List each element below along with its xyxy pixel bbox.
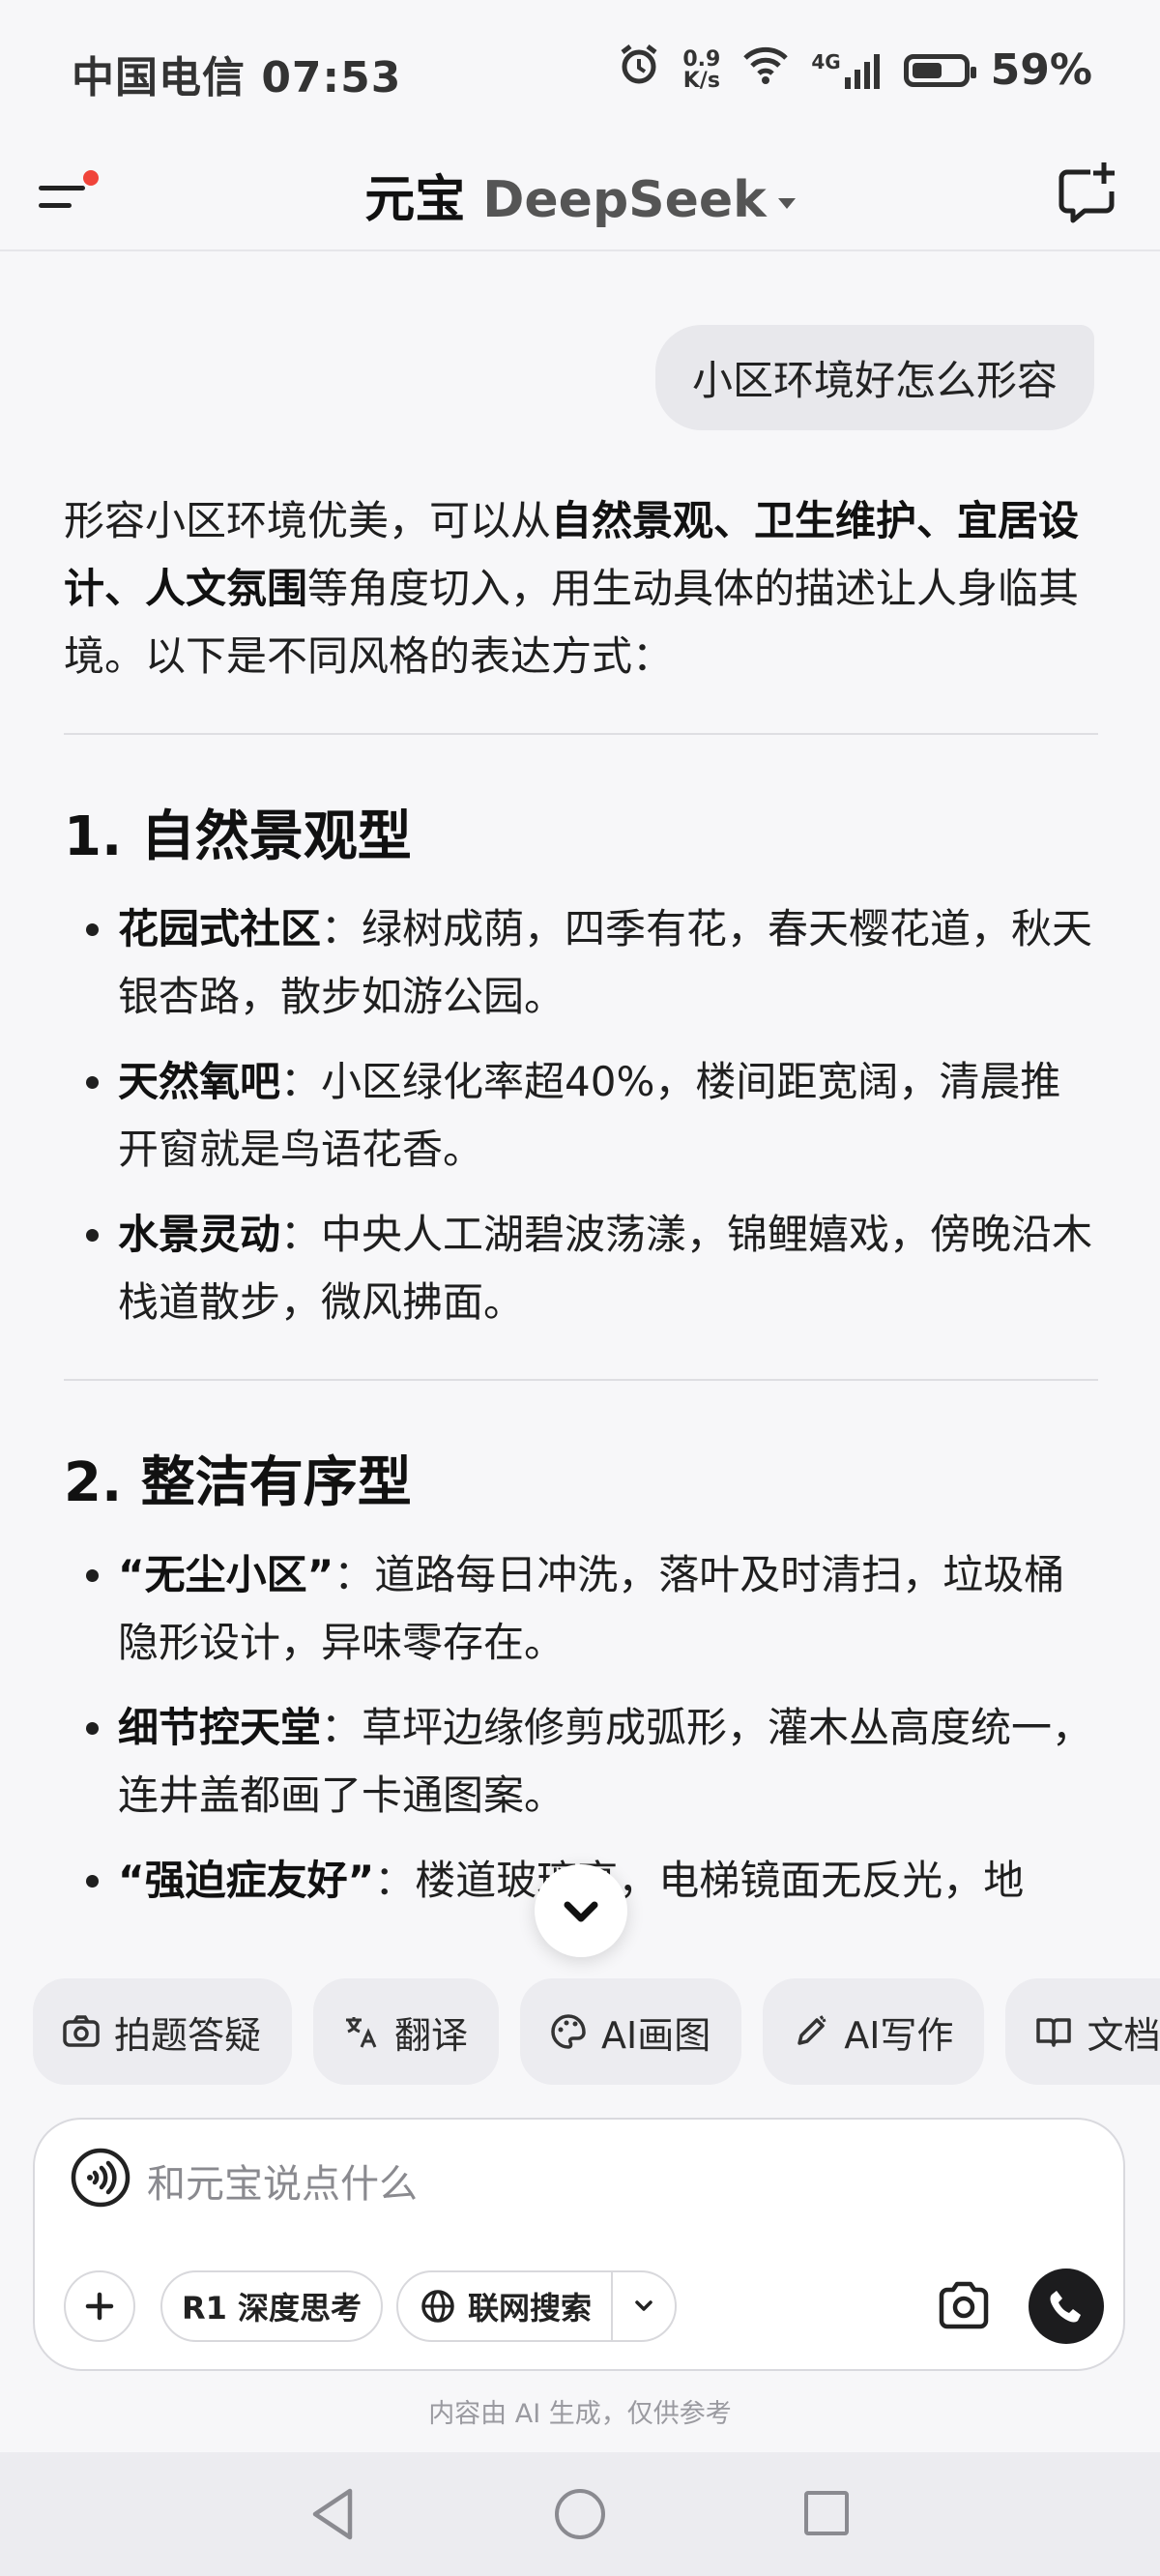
divider bbox=[64, 733, 1098, 735]
caret-down-icon bbox=[777, 197, 796, 209]
answer-intro: 形容小区环境优美，可以从自然景观、卫生维护、宜居设计、人文氛围等角度切入，用生动… bbox=[64, 497, 1080, 680]
signal-icon: 4G bbox=[811, 52, 882, 89]
tool-translate[interactable]: 翻译 bbox=[313, 1978, 500, 2085]
chevron-down-icon bbox=[564, 1901, 598, 1922]
add-attachment-button[interactable] bbox=[64, 2270, 135, 2342]
battery-percent: 59% bbox=[990, 45, 1092, 95]
palette-icon bbox=[551, 2014, 586, 2049]
app-title: 元宝 bbox=[364, 171, 466, 229]
tool-photo-qa[interactable]: 拍题答疑 bbox=[33, 1978, 293, 2085]
net-speed-unit: K/s bbox=[682, 68, 720, 93]
plus-icon bbox=[85, 2292, 114, 2321]
model-name: DeepSeek bbox=[482, 171, 767, 229]
camera-icon bbox=[939, 2281, 989, 2329]
model-selector[interactable]: 元宝 DeepSeek bbox=[0, 159, 1160, 231]
network-type: 4G bbox=[811, 49, 841, 73]
tool-ai-draw[interactable]: AI画图 bbox=[520, 1978, 742, 2085]
camera-icon bbox=[63, 2015, 100, 2047]
user-message: 小区环境好怎么形容 bbox=[654, 325, 1094, 430]
tool-ai-write[interactable]: AI写作 bbox=[763, 1978, 985, 2085]
list-item: 花园式社区：绿树成荫，四季有花，春天樱花道，秋天银杏路，散步如游公园。 bbox=[118, 895, 1098, 1031]
net-speed: 0.9 K/s bbox=[682, 46, 721, 93]
message-input[interactable]: 和元宝说点什么 bbox=[147, 2152, 418, 2209]
quick-tools: 拍题答疑 翻译 AI画图 AI写作 文档 bbox=[33, 1978, 1160, 2085]
tool-label: AI写作 bbox=[844, 2013, 954, 2057]
ai-disclaimer: 内容由 AI 生成，仅供参考 bbox=[428, 2399, 732, 2429]
web-search-toggle[interactable]: 联网搜索 bbox=[396, 2270, 678, 2342]
list-item: 细节控天堂：草坪边缘修剪成弧形，灌木丛高度统一，连井盖都画了卡通图案。 bbox=[118, 1694, 1098, 1830]
search-options-dropdown[interactable] bbox=[613, 2293, 675, 2320]
divider bbox=[64, 1379, 1098, 1381]
assistant-answer: 形容小区环境优美，可以从自然景观、卫生维护、宜居设计、人文氛围等角度切入，用生动… bbox=[64, 487, 1098, 1932]
translate-icon bbox=[346, 2017, 377, 2048]
tool-label: 翻译 bbox=[394, 2013, 469, 2057]
status-bar: 中国电信 07:53 0.9 K/s 4G 59% bbox=[0, 0, 1160, 143]
voice-button[interactable] bbox=[70, 2147, 131, 2209]
battery-icon bbox=[903, 53, 976, 87]
voice-wave-icon bbox=[71, 2148, 130, 2208]
web-search-label: 联网搜索 bbox=[468, 2290, 593, 2327]
pen-icon bbox=[798, 2015, 826, 2045]
new-chat-icon bbox=[1058, 162, 1115, 223]
chevron-down-icon bbox=[635, 2300, 652, 2311]
voice-call-button[interactable] bbox=[1029, 2269, 1104, 2344]
new-chat-button[interactable] bbox=[1048, 153, 1125, 230]
tool-label: AI画图 bbox=[601, 2013, 711, 2057]
app-header: 元宝 DeepSeek bbox=[0, 143, 1160, 251]
back-triangle-icon bbox=[312, 2488, 353, 2540]
alarm-icon bbox=[617, 43, 661, 98]
tool-label: 文档 bbox=[1087, 2013, 1160, 2057]
book-icon bbox=[1036, 2018, 1072, 2047]
carrier-time: 中国电信 07:53 bbox=[72, 53, 402, 102]
wifi-icon bbox=[741, 44, 790, 96]
chat-area[interactable]: 小区环境好怎么形容 形容小区环境优美，可以从自然景观、卫生维护、宜居设计、人文氛… bbox=[0, 251, 1160, 1973]
section-title: 2. 整洁有序型 bbox=[64, 1451, 412, 1514]
input-panel: 和元宝说点什么 R1 深度思考 联网搜索 bbox=[33, 2118, 1125, 2371]
globe-icon bbox=[421, 2290, 454, 2323]
list-item: 水景灵动：中央人工湖碧波荡漾，锦鲤嬉戏，傍晚沿木栈道散步，微风拂面。 bbox=[118, 1201, 1098, 1336]
net-speed-value: 0.9 bbox=[682, 46, 721, 72]
deep-think-toggle[interactable]: R1 深度思考 bbox=[160, 2270, 384, 2342]
nav-back-button[interactable] bbox=[307, 2485, 360, 2547]
phone-icon bbox=[1050, 2291, 1081, 2323]
scroll-down-button[interactable] bbox=[535, 1864, 627, 1957]
bullet-list: “无尘小区”：道路每日冲洗，落叶及时清扫，垃圾桶隐形设计，异味零存在。 细节控天… bbox=[64, 1541, 1098, 1915]
nav-recents-button[interactable] bbox=[804, 2491, 849, 2535]
tool-document[interactable]: 文档 bbox=[1005, 1978, 1160, 2085]
nav-home-button[interactable] bbox=[555, 2489, 605, 2539]
status-icons: 0.9 K/s 4G 59% bbox=[617, 43, 1092, 98]
camera-button[interactable] bbox=[932, 2274, 996, 2338]
system-nav-bar bbox=[0, 2452, 1160, 2576]
section-title: 1. 自然景观型 bbox=[64, 805, 412, 868]
list-item: “无尘小区”：道路每日冲洗，落叶及时清扫，垃圾桶隐形设计，异味零存在。 bbox=[118, 1541, 1098, 1677]
bullet-list: 花园式社区：绿树成荫，四季有花，春天樱花道，秋天银杏路，散步如游公园。 天然氧吧… bbox=[64, 895, 1098, 1336]
tool-label: 拍题答疑 bbox=[114, 2013, 262, 2057]
list-item: 天然氧吧：小区绿化率超40%，楼间距宽阔，清晨推开窗就是鸟语花香。 bbox=[118, 1048, 1098, 1184]
deep-think-label: R1 深度思考 bbox=[182, 2290, 362, 2327]
